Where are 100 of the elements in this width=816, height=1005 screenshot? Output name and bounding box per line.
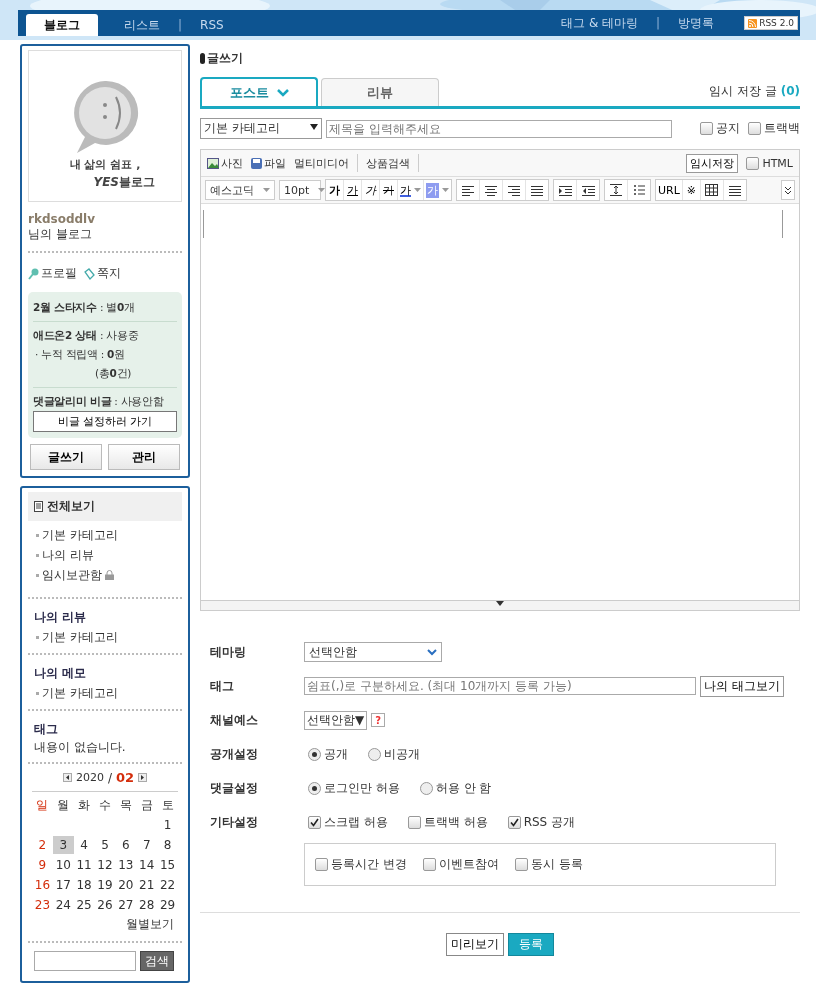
nav-tab[interactable]: 블로그 bbox=[26, 14, 98, 36]
previous-month-icon[interactable] bbox=[62, 773, 72, 782]
nav-tab[interactable]: 리스트 bbox=[106, 14, 178, 36]
document-icon bbox=[34, 501, 44, 512]
calendar-day[interactable]: 17 bbox=[52, 876, 74, 894]
editor-tab[interactable]: 리뷰 bbox=[321, 78, 439, 106]
calendar-day[interactable]: 23 bbox=[32, 896, 53, 914]
checkbox[interactable] bbox=[700, 122, 713, 135]
nav-link[interactable]: 방명록 bbox=[660, 12, 733, 34]
checkbox[interactable] bbox=[748, 122, 761, 135]
radio-button[interactable] bbox=[368, 747, 381, 761]
calendar-day[interactable]: 1 bbox=[157, 816, 178, 834]
calendar-day[interactable]: 15 bbox=[157, 856, 178, 874]
settings-button[interactable]: 비글 설정하러 가기 bbox=[33, 411, 177, 432]
all-posts-link[interactable]: 전체보기 bbox=[28, 492, 182, 521]
radio-button[interactable] bbox=[419, 781, 433, 795]
format-button[interactable]: 가 bbox=[326, 180, 344, 200]
calendar-day[interactable]: 6 bbox=[115, 836, 137, 854]
select-field[interactable]: 선택안함 bbox=[304, 642, 442, 662]
font-select[interactable]: 예스고딕 bbox=[205, 180, 275, 200]
calendar-day[interactable]: 4 bbox=[73, 836, 95, 854]
category-link[interactable]: 기본 카테고리 bbox=[42, 683, 118, 703]
checkbox[interactable] bbox=[422, 858, 436, 871]
checkbox[interactable] bbox=[514, 858, 528, 871]
format-button[interactable]: 가 bbox=[398, 180, 424, 200]
calendar-day[interactable]: 24 bbox=[52, 896, 74, 914]
calendar-day[interactable]: 11 bbox=[73, 856, 95, 874]
format-button[interactable]: URL bbox=[656, 180, 683, 200]
category-link[interactable]: 나의 리뷰 bbox=[42, 545, 94, 565]
calendar-day[interactable]: 13 bbox=[115, 856, 137, 874]
calendar-day[interactable]: 21 bbox=[136, 876, 158, 894]
calendar-day[interactable]: 2 bbox=[32, 836, 53, 854]
editor-tab[interactable]: 포스트 bbox=[200, 77, 318, 106]
expand-button[interactable] bbox=[781, 180, 795, 200]
calendar-day[interactable]: 5 bbox=[94, 836, 116, 854]
checkbox[interactable] bbox=[308, 815, 321, 829]
sidebar-button[interactable]: 관리 bbox=[108, 444, 180, 470]
stat-line: 댓글알리미 비글 : 사용안함 bbox=[33, 394, 165, 409]
outdent-icon bbox=[581, 184, 595, 196]
rss-badge[interactable]: RSS 2.0 bbox=[744, 16, 798, 30]
category-link[interactable]: 임시보관함 bbox=[42, 565, 102, 585]
product-search-button[interactable]: 상품검색 bbox=[366, 155, 410, 171]
calendar-day[interactable]: 22 bbox=[157, 876, 178, 894]
weekday-label: 수 bbox=[98, 797, 112, 814]
nav-tab[interactable]: RSS bbox=[182, 14, 242, 36]
radio-label: 허용 안 함 bbox=[435, 779, 492, 797]
search-field[interactable] bbox=[34, 951, 136, 971]
calendar-day[interactable]: 8 bbox=[157, 836, 178, 854]
calendar-day[interactable]: 28 bbox=[136, 896, 158, 914]
my-tags-button[interactable]: 나의 태그보기 bbox=[700, 675, 784, 697]
profile-link[interactable]: 프로필 bbox=[28, 265, 77, 282]
sidebar-button[interactable]: 글쓰기 bbox=[30, 444, 102, 470]
title-field[interactable]: 제목을 입력해주세요 bbox=[326, 119, 672, 138]
checkbox[interactable] bbox=[507, 815, 521, 829]
calendar-day[interactable]: 27 bbox=[115, 896, 137, 914]
calendar-day[interactable]: 14 bbox=[136, 856, 158, 874]
checkbox-label: RSS 공개 bbox=[523, 813, 576, 831]
category-link[interactable]: 기본 카테고리 bbox=[42, 525, 118, 545]
calendar-day[interactable]: 26 bbox=[94, 896, 116, 914]
calendar-day[interactable]: 3 bbox=[52, 836, 74, 854]
attach-button[interactable]: 사진 bbox=[207, 155, 243, 171]
select-field[interactable]: 선택안함▼ bbox=[304, 710, 368, 730]
checkbox[interactable] bbox=[315, 858, 328, 871]
search-button[interactable]: 검색 bbox=[140, 951, 174, 971]
calendar-day[interactable]: 18 bbox=[73, 876, 95, 894]
checkbox[interactable] bbox=[746, 156, 760, 170]
attach-button[interactable]: 파일 bbox=[251, 155, 286, 171]
tag-field[interactable]: 쉼표(,)로 구분하세요. (최대 10개까지 등록 가능) bbox=[304, 677, 696, 695]
format-button[interactable]: 가 bbox=[380, 180, 398, 200]
calendar-day[interactable]: 10 bbox=[52, 856, 74, 874]
calendar-day[interactable]: 7 bbox=[136, 836, 158, 854]
format-button[interactable]: 가 bbox=[344, 180, 362, 200]
category-select[interactable]: 기본 카테고리 bbox=[200, 118, 322, 139]
calendar-day[interactable]: 20 bbox=[115, 876, 137, 894]
checkbox[interactable] bbox=[407, 815, 421, 829]
radio-button[interactable] bbox=[308, 781, 321, 795]
format-button[interactable]: 가 bbox=[362, 180, 380, 200]
indent-icon bbox=[558, 184, 572, 196]
profile-link[interactable]: 쪽지 bbox=[83, 265, 121, 282]
calendar-day[interactable]: 12 bbox=[94, 856, 116, 874]
preview-button[interactable]: 미리보기 bbox=[446, 933, 504, 956]
calendar-day[interactable]: 9 bbox=[32, 856, 53, 874]
checkbox-label: HTML bbox=[762, 156, 793, 170]
stat-line: 2월 스타지수 : 별0개 bbox=[33, 300, 136, 315]
empty-message: 내용이 없습니다. bbox=[34, 739, 127, 756]
monthly-view-link[interactable]: 월별보기 bbox=[126, 917, 174, 931]
calendar-day[interactable]: 19 bbox=[94, 876, 116, 894]
temp-save-button[interactable]: 임시저장 bbox=[686, 153, 739, 173]
format-button[interactable]: ※ bbox=[682, 180, 701, 200]
caret-icon bbox=[442, 188, 449, 192]
help-button[interactable]: ? bbox=[371, 713, 386, 727]
attach-button[interactable]: 멀티미디어 bbox=[294, 155, 349, 171]
drafts-link[interactable]: 임시 저장 글 (0) bbox=[709, 83, 800, 106]
calendar-day[interactable]: 29 bbox=[157, 896, 178, 914]
calendar-day[interactable]: 25 bbox=[73, 896, 95, 914]
nav-link[interactable]: 태그 & 테마링 bbox=[543, 12, 657, 34]
next-month-icon[interactable] bbox=[138, 773, 148, 782]
category-link[interactable]: 기본 카테고리 bbox=[42, 627, 118, 647]
calendar-day[interactable]: 16 bbox=[32, 876, 53, 894]
radio-button[interactable] bbox=[308, 747, 321, 761]
